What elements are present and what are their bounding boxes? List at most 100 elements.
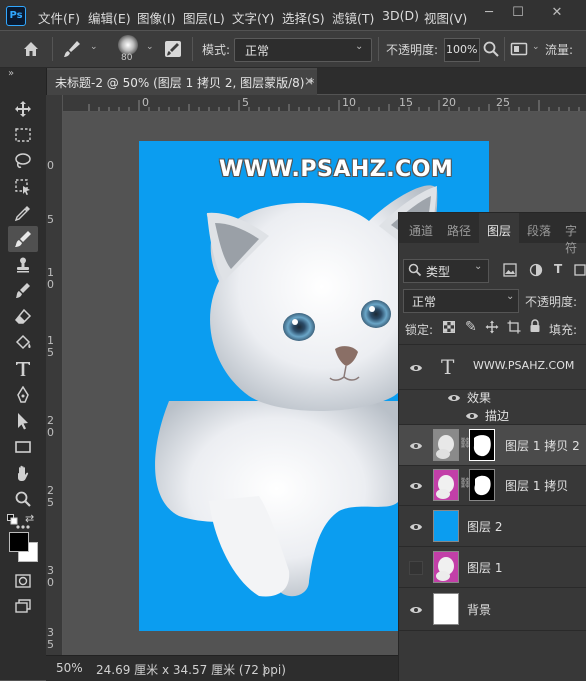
menu-3d[interactable]: 3D(D) <box>382 8 419 23</box>
menu-filter[interactable]: 滤镜(T) <box>332 8 374 27</box>
tab-paths[interactable]: 路径 <box>447 222 471 239</box>
collapse-panel-icon[interactable]: » <box>8 68 14 79</box>
stamp-tool[interactable] <box>8 252 38 278</box>
pen-tool[interactable] <box>8 382 38 408</box>
menu-image[interactable]: 图像(I) <box>137 8 175 27</box>
layer-filter-select[interactable]: 类型 ⌄ <box>403 259 489 283</box>
object-selection-tool[interactable] <box>8 174 38 200</box>
filter-adjustment-icon[interactable] <box>529 263 543 277</box>
layer-effects-row[interactable]: 效果 <box>399 388 586 406</box>
search-icon[interactable] <box>482 40 500 58</box>
layer-name: 图层 1 <box>467 561 503 575</box>
minimize-icon[interactable]: ─ <box>480 4 498 22</box>
mode-value: 正常 <box>245 44 270 58</box>
ruler-label: 0 <box>47 159 54 172</box>
visibility-eye-icon[interactable] <box>409 440 423 450</box>
document-tab[interactable]: 未标题-2 @ 50% (图层 1 拷贝 2, 图层蒙版/8) * × <box>47 68 317 96</box>
zoom-level[interactable]: 50% <box>56 661 83 675</box>
lock-position-icon[interactable] <box>485 320 499 334</box>
tab-layers-active[interactable]: 图层 <box>479 213 519 243</box>
lasso-tool[interactable] <box>8 148 38 174</box>
marquee-tool[interactable] <box>8 122 38 148</box>
layer-row-background[interactable]: 背景 <box>399 588 586 631</box>
close-tab-icon[interactable]: × <box>304 74 314 88</box>
layer-row[interactable]: 图层 2 <box>399 506 586 547</box>
move-icon <box>15 101 31 117</box>
pressure-opacity-icon[interactable] <box>510 40 528 58</box>
filter-type-icon[interactable]: T <box>554 262 562 276</box>
visibility-eye-icon[interactable] <box>409 521 423 531</box>
photoshop-logo: Ps <box>6 6 26 26</box>
lock-transparent-icon[interactable] <box>443 321 455 333</box>
menu-layer[interactable]: 图层(L) <box>183 8 225 27</box>
opacity-input[interactable]: 100% <box>444 38 480 62</box>
layer-mask-thumbnail[interactable] <box>469 429 495 461</box>
ruler-label: 0 <box>142 96 149 109</box>
eyedropper-tool[interactable] <box>8 200 38 226</box>
layer-row-text[interactable]: T WWW.PSAHZ.COM <box>399 344 586 390</box>
effects-label: 效果 <box>467 391 492 405</box>
ruler-label: 5 <box>242 96 249 109</box>
menu-select[interactable]: 选择(S) <box>282 8 325 27</box>
screen-mode-button[interactable] <box>8 594 38 620</box>
brush-settings-icon[interactable] <box>164 40 182 58</box>
status-menu-arrow-icon[interactable]: 〉 <box>262 661 274 678</box>
foreground-color-swatch[interactable] <box>9 532 29 552</box>
chevron-down-icon[interactable]: ⌄ <box>90 42 98 52</box>
visibility-toggle-off[interactable] <box>409 561 423 575</box>
visibility-eye-icon[interactable] <box>409 362 423 372</box>
hand-tool[interactable] <box>8 460 38 486</box>
lock-all-icon[interactable] <box>529 319 541 333</box>
layer-row[interactable]: 图层 1 <box>399 547 586 588</box>
mode-label: 模式: <box>202 43 231 57</box>
type-tool[interactable] <box>8 356 38 382</box>
layer-mask-thumbnail[interactable] <box>469 469 495 501</box>
lock-artboard-icon[interactable] <box>507 320 521 334</box>
rectangle-marquee-icon <box>15 128 31 142</box>
filter-shape-icon[interactable] <box>573 263 586 277</box>
visibility-eye-icon[interactable] <box>409 480 423 490</box>
filter-pixel-icon[interactable] <box>503 263 517 277</box>
filter-kind-value: 类型 <box>426 265 451 279</box>
brush-tool-preset-icon[interactable] <box>62 39 82 59</box>
chevron-down-icon: ⌄ <box>355 41 364 52</box>
mode-select[interactable]: 正常 ⌄ <box>234 38 372 62</box>
chevron-down-icon[interactable]: ⌄ <box>146 42 154 52</box>
quick-mask-button[interactable] <box>8 568 38 594</box>
brush-tool[interactable] <box>8 226 38 252</box>
swap-colors-icon[interactable]: ⇄ <box>25 512 34 525</box>
paint-bucket-tool[interactable] <box>8 330 38 356</box>
close-window-icon[interactable]: ✕ <box>548 4 566 22</box>
blend-mode-select[interactable]: 正常 ⌄ <box>403 289 519 313</box>
menu-bar: Ps 文件(F) 编辑(E) 图像(I) 图层(L) 文字(Y) 选择(S) 滤… <box>0 0 586 30</box>
menu-file[interactable]: 文件(F) <box>38 8 80 27</box>
path-selection-tool[interactable] <box>8 408 38 434</box>
menu-view[interactable]: 视图(V) <box>424 8 467 27</box>
chevron-down-icon: ⌄ <box>474 261 483 272</box>
lock-pixels-icon[interactable]: ✎ <box>465 319 477 335</box>
ruler-label: 2 5 <box>47 484 54 509</box>
layer-thumbnail <box>433 551 459 583</box>
visibility-eye-icon[interactable] <box>409 604 423 614</box>
chevron-down-icon[interactable]: ⌄ <box>532 42 540 52</box>
brush-size-preview-icon[interactable] <box>118 35 138 55</box>
layer-effect-stroke-row[interactable]: 描边 <box>399 406 586 424</box>
default-colors-icon[interactable] <box>7 514 18 525</box>
zoom-tool[interactable] <box>8 486 38 512</box>
eraser-tool[interactable] <box>8 304 38 330</box>
tab-character[interactable]: 字符 <box>565 222 586 256</box>
visibility-eye-icon[interactable] <box>465 410 479 420</box>
ruler-label: 5 <box>47 213 54 226</box>
menu-edit[interactable]: 编辑(E) <box>88 8 131 27</box>
visibility-eye-icon[interactable] <box>447 392 461 402</box>
history-brush-tool[interactable] <box>8 278 38 304</box>
maximize-icon[interactable]: ☐ <box>509 4 527 22</box>
move-tool[interactable] <box>8 96 38 122</box>
layer-row[interactable]: ⛓ 图层 1 拷贝 <box>399 465 586 506</box>
menu-type[interactable]: 文字(Y) <box>232 8 274 27</box>
layer-row-selected[interactable]: ⛓ 图层 1 拷贝 2 <box>399 424 586 466</box>
tab-paragraph[interactable]: 段落 <box>527 222 551 239</box>
tab-channels[interactable]: 通道 <box>409 222 433 239</box>
home-icon[interactable] <box>22 40 40 58</box>
rectangle-tool[interactable] <box>8 434 38 460</box>
